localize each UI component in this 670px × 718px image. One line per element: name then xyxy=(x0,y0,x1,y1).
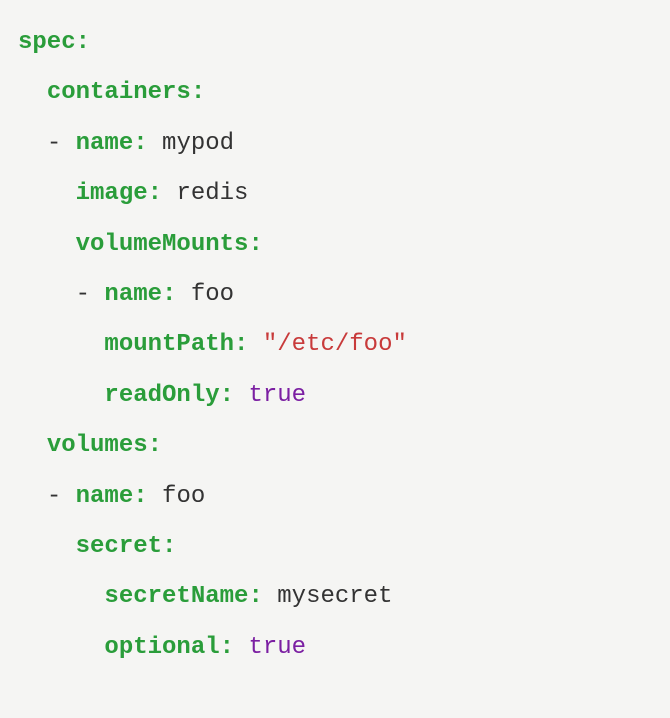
key-containers: containers: xyxy=(47,79,205,106)
val-mysecret: mysecret xyxy=(277,583,392,610)
dash: - xyxy=(47,130,61,157)
key-volumes: volumes: xyxy=(47,432,162,459)
val-etcfoo: "/etc/foo" xyxy=(263,331,407,358)
key-readOnly: readOnly: xyxy=(104,382,234,409)
key-name: name: xyxy=(76,483,148,510)
key-volumeMounts: volumeMounts: xyxy=(76,231,263,258)
key-optional: optional: xyxy=(104,634,234,661)
key-secret: secret: xyxy=(76,533,177,560)
yaml-code-block: spec: containers: - name: mypod image: r… xyxy=(18,18,652,673)
val-true: true xyxy=(248,382,306,409)
key-name: name: xyxy=(76,130,148,157)
key-secretName: secretName: xyxy=(104,583,262,610)
val-foo: foo xyxy=(191,281,234,308)
val-foo: foo xyxy=(162,483,205,510)
val-mypod: mypod xyxy=(162,130,234,157)
val-true: true xyxy=(248,634,306,661)
key-name: name: xyxy=(104,281,176,308)
dash: - xyxy=(76,281,90,308)
key-image: image: xyxy=(76,180,162,207)
dash: - xyxy=(47,483,61,510)
key-mountPath: mountPath: xyxy=(104,331,248,358)
key-spec: spec: xyxy=(18,29,90,56)
val-redis: redis xyxy=(176,180,248,207)
